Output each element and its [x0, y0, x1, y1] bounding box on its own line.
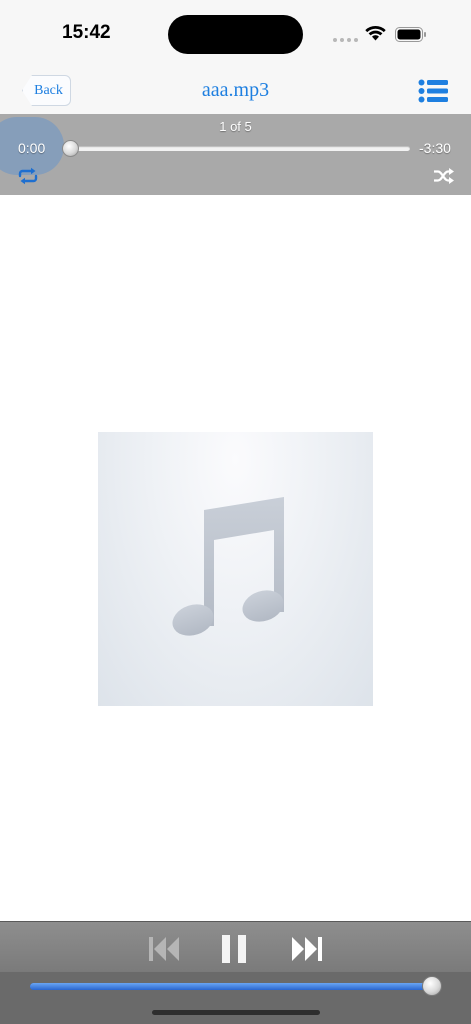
pause-icon[interactable]: [218, 932, 250, 966]
playback-info-bar: 1 of 5 0:00 -3:30: [0, 114, 471, 195]
list-icon[interactable]: [418, 79, 448, 103]
remaining-time: -3:30: [419, 140, 451, 156]
track-position: 1 of 5: [219, 119, 252, 134]
status-bar: 15:42: [0, 0, 471, 70]
skip-previous-icon[interactable]: [146, 934, 182, 964]
home-indicator: [152, 1010, 320, 1015]
progress-thumb[interactable]: [62, 140, 79, 157]
album-artwork: [98, 432, 373, 706]
volume-area: [0, 972, 471, 1024]
music-note-icon: [172, 497, 284, 636]
shuffle-icon[interactable]: [433, 168, 455, 184]
skip-next-icon[interactable]: [289, 934, 325, 964]
cellular-dots-icon: [333, 38, 358, 42]
elapsed-time: 0:00: [18, 140, 46, 156]
status-time: 15:42: [62, 22, 111, 43]
page-title: aaa.mp3: [201, 79, 270, 101]
repeat-icon[interactable]: [17, 167, 39, 185]
dynamic-island: [168, 15, 303, 54]
volume-fill: [30, 983, 435, 990]
wifi-icon: [365, 25, 386, 41]
progress-scrubber[interactable]: [68, 146, 410, 151]
navigation-bar: Back aaa.mp3: [0, 70, 471, 114]
playback-controls: [0, 921, 471, 1024]
volume-thumb[interactable]: [422, 976, 442, 996]
battery-icon: [395, 27, 426, 42]
volume-slider[interactable]: [30, 983, 435, 990]
